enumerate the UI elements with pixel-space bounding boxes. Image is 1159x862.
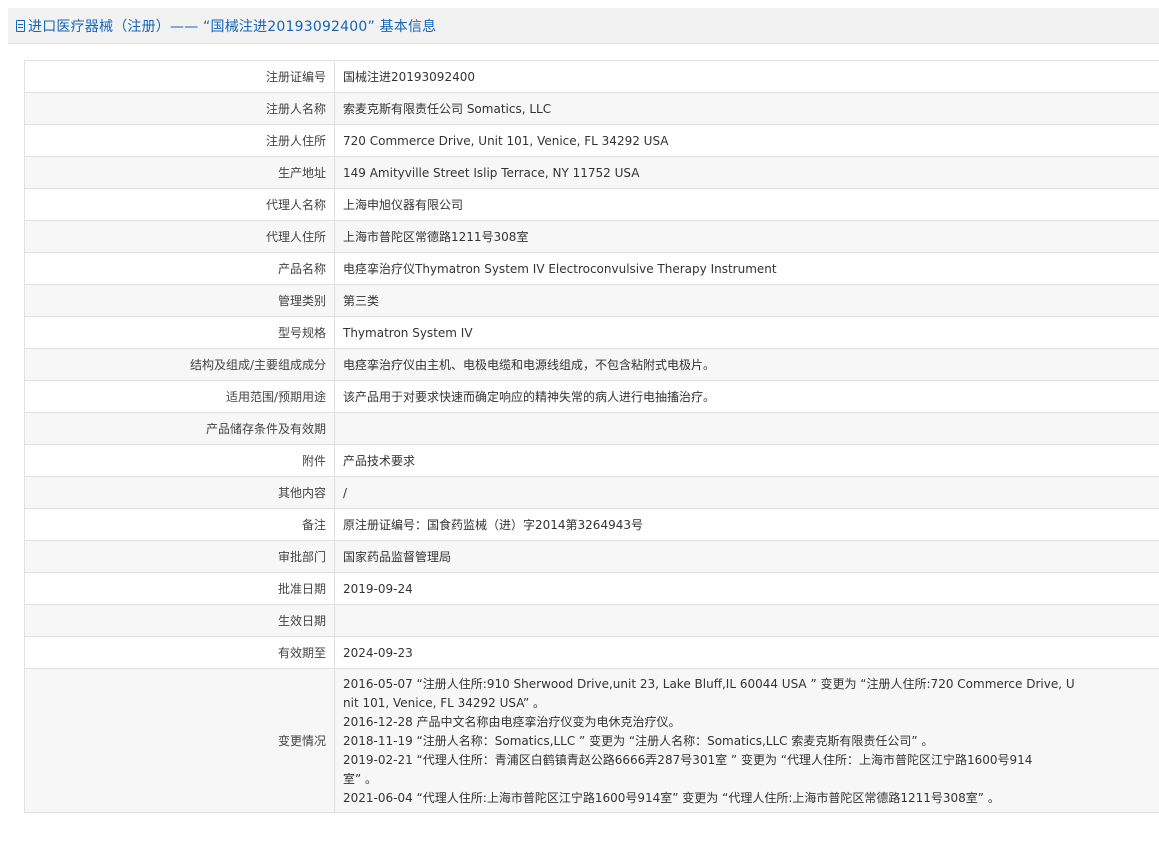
- table-row: 注册人住所 720 Commerce Drive, Unit 101, Veni…: [24, 124, 1159, 157]
- table-row: 生产地址 149 Amityville Street Islip Terrace…: [24, 156, 1159, 189]
- row-label-product-name: 产品名称: [24, 252, 335, 285]
- table-row: 管理类别 第三类: [24, 284, 1159, 317]
- row-value-approval-dept: 国家药品监督管理局: [334, 540, 1159, 573]
- row-label-intended-use: 适用范围/预期用途: [24, 380, 335, 413]
- row-label-valid-until: 有效期至: [24, 636, 335, 669]
- table-row: 其他内容 /: [24, 476, 1159, 509]
- table-row: 注册证编号 国械注进20193092400: [24, 60, 1159, 93]
- table-row: 适用范围/预期用途 该产品用于对要求快速而确定响应的精神失常的病人进行电抽搐治疗…: [24, 380, 1159, 413]
- row-value-effective-date: [334, 604, 1159, 637]
- row-label-effective-date: 生效日期: [24, 604, 335, 637]
- info-table: 注册证编号 国械注进20193092400 注册人名称 索麦克斯有限责任公司 S…: [24, 60, 1159, 813]
- row-label-other-content: 其他内容: [24, 476, 335, 509]
- table-row: 注册人名称 索麦克斯有限责任公司 Somatics, LLC: [24, 92, 1159, 125]
- table-row: 附件 产品技术要求: [24, 444, 1159, 477]
- row-label-registrant-address: 注册人住所: [24, 124, 335, 157]
- change-line: nit 101, Venice, FL 34292 USA” 。: [343, 696, 545, 710]
- table-row: 有效期至 2024-09-23: [24, 636, 1159, 669]
- row-value-changes: 2016-05-07 “注册人住所:910 Sherwood Drive,uni…: [334, 668, 1159, 813]
- row-value-agent-name: 上海申旭仪器有限公司: [334, 188, 1159, 221]
- row-label-management-category: 管理类别: [24, 284, 335, 317]
- row-label-storage: 产品储存条件及有效期: [24, 412, 335, 445]
- table-row: 批准日期 2019-09-24: [24, 572, 1159, 605]
- table-row: 变更情况 2016-05-07 “注册人住所:910 Sherwood Driv…: [24, 668, 1159, 813]
- row-value-storage: [334, 412, 1159, 445]
- change-line: 室” 。: [343, 772, 378, 786]
- table-row: 生效日期: [24, 604, 1159, 637]
- change-line: 2016-12-28 产品中文名称由电痉挛治疗仪变为电休克治疗仪。: [343, 715, 681, 729]
- row-label-remarks: 备注: [24, 508, 335, 541]
- change-line: 2021-06-04 “代理人住所:上海市普陀区江宁路1600号914室” 变更…: [343, 791, 1000, 805]
- row-value-other-content: /: [334, 476, 1159, 509]
- table-row: 产品名称 电痉挛治疗仪Thymatron System IV Electroco…: [24, 252, 1159, 285]
- row-value-attachment: 产品技术要求: [334, 444, 1159, 477]
- row-label-approval-dept: 审批部门: [24, 540, 335, 573]
- row-value-registrant-name: 索麦克斯有限责任公司 Somatics, LLC: [334, 92, 1159, 125]
- row-value-valid-until: 2024-09-23: [334, 636, 1159, 669]
- row-label-model-spec: 型号规格: [24, 316, 335, 349]
- row-value-registration-number: 国械注进20193092400: [334, 60, 1159, 93]
- row-value-agent-address: 上海市普陀区常德路1211号308室: [334, 220, 1159, 253]
- table-row: 产品储存条件及有效期: [24, 412, 1159, 445]
- row-value-management-category: 第三类: [334, 284, 1159, 317]
- row-value-product-name: 电痉挛治疗仪Thymatron System IV Electroconvuls…: [334, 252, 1159, 285]
- row-value-remarks: 原注册证编号：国食药监械（进）字2014第3264943号: [334, 508, 1159, 541]
- row-label-changes: 变更情况: [24, 668, 335, 813]
- row-label-agent-address: 代理人住所: [24, 220, 335, 253]
- table-row: 型号规格 Thymatron System IV: [24, 316, 1159, 349]
- row-label-registration-number: 注册证编号: [24, 60, 335, 93]
- table-row: 结构及组成/主要组成成分 电痉挛治疗仪由主机、电极电缆和电源线组成，不包含粘附式…: [24, 348, 1159, 381]
- row-value-intended-use: 该产品用于对要求快速而确定响应的精神失常的病人进行电抽搐治疗。: [334, 380, 1159, 413]
- row-value-approval-date: 2019-09-24: [334, 572, 1159, 605]
- document-icon: [16, 19, 25, 32]
- row-label-agent-name: 代理人名称: [24, 188, 335, 221]
- table-row: 备注 原注册证编号：国食药监械（进）字2014第3264943号: [24, 508, 1159, 541]
- row-value-structure: 电痉挛治疗仪由主机、电极电缆和电源线组成，不包含粘附式电极片。: [334, 348, 1159, 381]
- row-label-production-address: 生产地址: [24, 156, 335, 189]
- row-value-model-spec: Thymatron System IV: [334, 316, 1159, 349]
- row-label-registrant-name: 注册人名称: [24, 92, 335, 125]
- row-label-attachment: 附件: [24, 444, 335, 477]
- page-header: 进口医疗器械（注册）—— “国械注进20193092400” 基本信息: [8, 8, 1159, 44]
- table-row: 代理人名称 上海申旭仪器有限公司: [24, 188, 1159, 221]
- row-value-registrant-address: 720 Commerce Drive, Unit 101, Venice, FL…: [334, 124, 1159, 157]
- change-line: 2019-02-21 “代理人住所：青浦区白鹤镇青赵公路6666弄287号301…: [343, 753, 1033, 767]
- change-line: 2018-11-19 “注册人名称：Somatics,LLC ” 变更为 “注册…: [343, 734, 934, 748]
- table-row: 审批部门 国家药品监督管理局: [24, 540, 1159, 573]
- table-row: 代理人住所 上海市普陀区常德路1211号308室: [24, 220, 1159, 253]
- row-value-production-address: 149 Amityville Street Islip Terrace, NY …: [334, 156, 1159, 189]
- page-title: 进口医疗器械（注册）—— “国械注进20193092400” 基本信息: [28, 18, 437, 35]
- row-label-approval-date: 批准日期: [24, 572, 335, 605]
- row-label-structure: 结构及组成/主要组成成分: [24, 348, 335, 381]
- change-line: 2016-05-07 “注册人住所:910 Sherwood Drive,uni…: [343, 677, 1075, 691]
